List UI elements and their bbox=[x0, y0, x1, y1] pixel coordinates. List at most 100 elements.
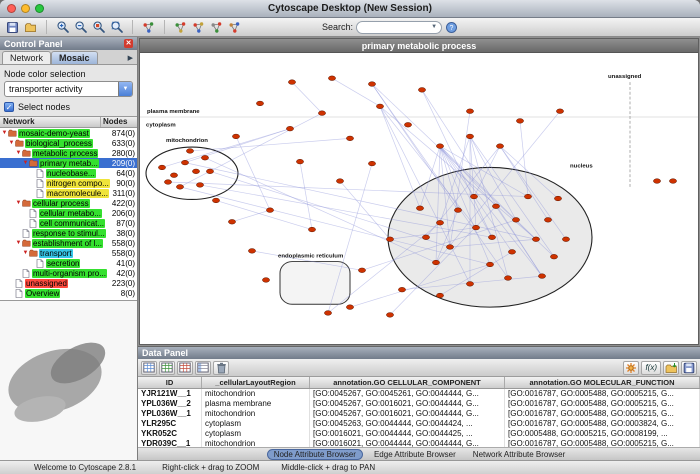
tree-item[interactable]: nucleobase...64(0) bbox=[0, 168, 137, 178]
network-node[interactable] bbox=[164, 180, 171, 185]
table-row[interactable]: YLR295Ccytoplasm[GO:0045263, GO:0044444,… bbox=[138, 419, 700, 429]
tab-network-attribute-browser[interactable]: Network Attribute Browser bbox=[467, 450, 571, 459]
save-attributes-icon[interactable] bbox=[681, 361, 697, 375]
color-scale-icon[interactable] bbox=[623, 361, 639, 375]
network-node[interactable] bbox=[286, 126, 293, 131]
network-node[interactable] bbox=[532, 237, 539, 242]
network-node[interactable] bbox=[470, 194, 477, 199]
help-icon[interactable]: ? bbox=[443, 19, 460, 35]
table-column-header[interactable]: _cellularLayoutRegion bbox=[202, 377, 310, 388]
network-edge[interactable] bbox=[292, 82, 322, 113]
table-row[interactable]: YKR052Ccytoplasm[GO:0016021, GO:0044444,… bbox=[138, 429, 700, 439]
network-node[interactable] bbox=[404, 122, 411, 127]
tree-item[interactable]: macromolecule...311(0) bbox=[0, 188, 137, 198]
network-node[interactable] bbox=[324, 311, 331, 316]
network-node[interactable] bbox=[346, 136, 353, 141]
select-nodes-checkbox[interactable]: ✓ bbox=[4, 102, 14, 112]
network-node[interactable] bbox=[504, 276, 511, 281]
network-edge[interactable] bbox=[232, 210, 270, 222]
tree-item[interactable]: ▼cellular process422(0) bbox=[0, 198, 137, 208]
network-canvas[interactable]: plasma membranecytoplasmmitochondrionnuc… bbox=[140, 53, 698, 344]
network-view-title[interactable]: primary metabolic process bbox=[140, 39, 698, 53]
tree-column-nodes[interactable]: Nodes bbox=[101, 117, 137, 127]
tree-column-network[interactable]: Network bbox=[0, 117, 101, 127]
network-overview-icon[interactable] bbox=[140, 19, 157, 35]
network-node[interactable] bbox=[516, 119, 523, 124]
network-node[interactable] bbox=[454, 208, 461, 213]
network-node[interactable] bbox=[346, 305, 353, 310]
network-node[interactable] bbox=[206, 169, 213, 174]
network-node[interactable] bbox=[466, 109, 473, 114]
tab-node-attribute-browser[interactable]: Node Attribute Browser bbox=[267, 449, 363, 460]
vizmapper-icon[interactable] bbox=[226, 19, 243, 35]
tree-item[interactable]: Overview8(0) bbox=[0, 288, 137, 298]
network-node[interactable] bbox=[386, 237, 393, 242]
network-node[interactable] bbox=[328, 76, 335, 81]
network-node[interactable] bbox=[653, 179, 660, 184]
network-node[interactable] bbox=[446, 245, 453, 250]
network-node[interactable] bbox=[228, 219, 235, 224]
network-node[interactable] bbox=[196, 183, 203, 188]
import-network-icon[interactable] bbox=[190, 19, 207, 35]
network-node[interactable] bbox=[466, 282, 473, 287]
network-edge[interactable] bbox=[380, 106, 420, 208]
expand-arrow-icon[interactable]: ▼ bbox=[1, 130, 8, 136]
network-node[interactable] bbox=[386, 313, 393, 318]
tree-item[interactable]: ▼primary metab...209(0) bbox=[0, 158, 137, 168]
network-node[interactable] bbox=[562, 237, 569, 242]
expand-arrow-icon[interactable]: ▼ bbox=[22, 160, 29, 166]
network-edge[interactable] bbox=[185, 129, 290, 163]
zoom-in-icon[interactable] bbox=[54, 19, 71, 35]
node-color-select[interactable]: transporter activity ▼ bbox=[4, 81, 133, 97]
tab-overflow-icon[interactable]: ▶ bbox=[124, 54, 137, 64]
close-panel-icon[interactable]: ✕ bbox=[124, 39, 133, 48]
tree-item[interactable]: nitrogen compo...90(0) bbox=[0, 178, 137, 188]
trash-icon[interactable] bbox=[213, 361, 229, 375]
title-bar[interactable]: Cytoscape Desktop (New Session) bbox=[0, 0, 700, 18]
search-dropdown-icon[interactable]: ▼ bbox=[431, 24, 437, 30]
column-history-icon[interactable] bbox=[195, 361, 211, 375]
network-node[interactable] bbox=[418, 88, 425, 93]
network-node[interactable] bbox=[512, 218, 519, 223]
function-builder-button[interactable]: f(x) bbox=[641, 361, 661, 375]
open-session-icon[interactable] bbox=[22, 19, 39, 35]
network-node[interactable] bbox=[368, 161, 375, 166]
tree-item[interactable]: cellular metabo...206(0) bbox=[0, 208, 137, 218]
network-node[interactable] bbox=[266, 208, 273, 213]
network-node[interactable] bbox=[376, 104, 383, 109]
table-column-header[interactable]: annotation.GO MOLECULAR_FUNCTION bbox=[505, 377, 700, 388]
table-row[interactable]: YPL036W__1mitochondrion[GO:0045267, GO:0… bbox=[138, 409, 700, 419]
network-node[interactable] bbox=[524, 194, 531, 199]
table-row[interactable]: YDR039C__1mitochondrion[GO:0016021, GO:0… bbox=[138, 439, 700, 447]
network-node[interactable] bbox=[416, 206, 423, 211]
network-node[interactable] bbox=[496, 144, 503, 149]
network-node[interactable] bbox=[550, 254, 557, 259]
network-edge[interactable] bbox=[236, 136, 270, 210]
network-node[interactable] bbox=[554, 196, 561, 201]
select-attributes-icon[interactable] bbox=[141, 361, 157, 375]
network-node[interactable] bbox=[488, 235, 495, 240]
network-node[interactable] bbox=[492, 204, 499, 209]
network-node[interactable] bbox=[288, 80, 295, 85]
network-node[interactable] bbox=[422, 235, 429, 240]
table-row[interactable]: YJR121W__1mitochondrion[GO:0045267, GO:0… bbox=[138, 389, 700, 399]
network-node[interactable] bbox=[232, 134, 239, 139]
network-node[interactable] bbox=[296, 159, 303, 164]
import-attributes-icon[interactable] bbox=[663, 361, 679, 375]
tree-item[interactable]: response to stimul...38(0) bbox=[0, 228, 137, 238]
network-node[interactable] bbox=[368, 82, 375, 87]
network-node[interactable] bbox=[186, 149, 193, 154]
layout-icon[interactable] bbox=[208, 19, 225, 35]
tree-item[interactable]: ▼mosaic-demo-yeast874(0) bbox=[0, 128, 137, 138]
tree-item[interactable]: ▼transport558(0) bbox=[0, 248, 137, 258]
delete-attribute-icon[interactable] bbox=[177, 361, 193, 375]
save-session-icon[interactable] bbox=[4, 19, 21, 35]
network-node[interactable] bbox=[170, 173, 177, 178]
network-node[interactable] bbox=[158, 165, 165, 170]
network-node[interactable] bbox=[538, 274, 545, 279]
close-window-button[interactable] bbox=[7, 4, 16, 13]
create-attribute-icon[interactable] bbox=[159, 361, 175, 375]
network-node[interactable] bbox=[556, 109, 563, 114]
search-input[interactable]: ▼ bbox=[356, 21, 442, 34]
network-node[interactable] bbox=[398, 287, 405, 292]
